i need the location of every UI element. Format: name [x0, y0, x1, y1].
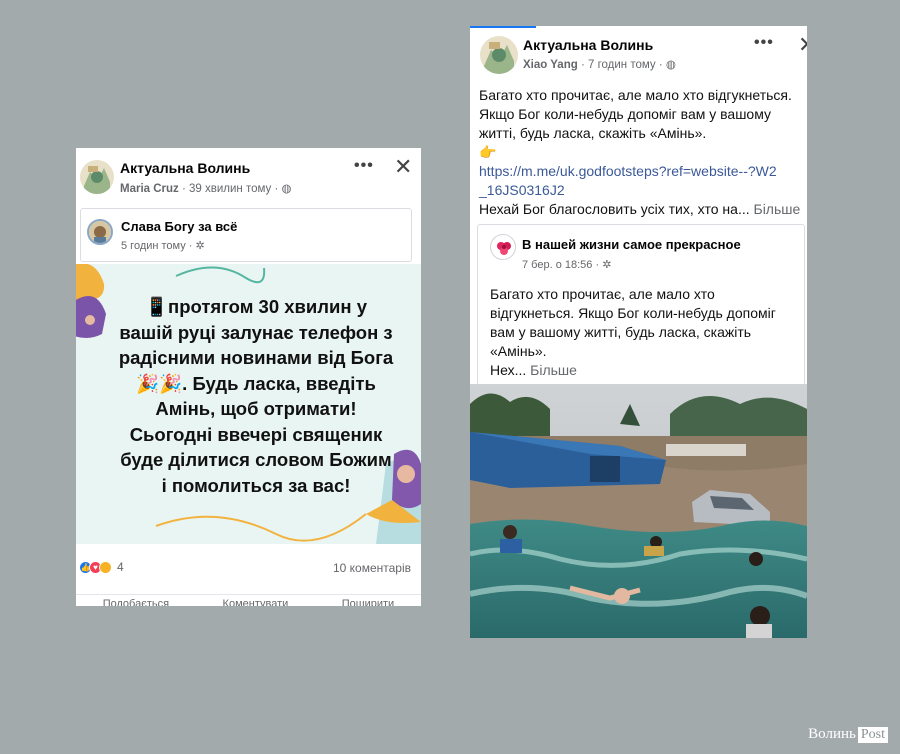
right-post-card: Актуальна Волинь Xiao Yang · 7 годин том… — [470, 26, 807, 638]
reactions-summary[interactable]: 👍 ♥ 4 — [79, 560, 124, 574]
image-caption-text: 📱протягом 30 хвилин у вашій руці залунає… — [118, 296, 394, 496]
see-more-link[interactable]: Більше — [530, 362, 577, 378]
shared-post-time[interactable]: 7 бер. о 18:56 · ✲ — [522, 258, 611, 271]
left-post-card: Актуальна Волинь Maria Cruz · 39 хвилин … — [76, 148, 421, 606]
post-time[interactable]: · 39 хвилин тому · — [182, 183, 278, 195]
globe-icon: ◍ — [665, 59, 676, 71]
post-meta: Xiao Yang · 7 годин тому · ◍ — [523, 57, 676, 71]
volyn-post-watermark-logo: Волинь Post — [808, 726, 888, 743]
post-header: Актуальна Волинь Maria Cruz · 39 хвилин … — [76, 148, 421, 200]
watermark-suffix: Post — [857, 726, 888, 743]
close-icon[interactable]: ✕ — [798, 34, 807, 56]
post-link[interactable]: https://m.me/uk.godfootsteps?ref=website… — [479, 162, 807, 200]
more-options-button[interactable]: ••• — [354, 157, 374, 175]
page-name[interactable]: Актуальна Волинь — [120, 160, 250, 176]
post-time[interactable]: · 7 годин тому · — [581, 59, 663, 71]
flood-photo[interactable] — [470, 384, 807, 638]
post-action-bar: Подобається Коментувати Поширити — [76, 594, 421, 606]
globe-icon: ◍ — [281, 183, 292, 195]
more-options-button[interactable]: ••• — [754, 34, 774, 52]
comment-button[interactable]: Коментувати — [223, 598, 289, 606]
shared-page-avatar[interactable] — [490, 234, 516, 260]
settings-icon: ✲ — [195, 240, 205, 252]
close-icon[interactable]: ✕ — [394, 156, 412, 178]
shared-page-avatar[interactable] — [87, 219, 113, 245]
see-more-link[interactable]: Більше — [754, 201, 801, 217]
post-header: Актуальна Волинь Xiao Yang · 7 годин том… — [470, 26, 807, 78]
reaction-count: 4 — [117, 560, 124, 574]
post-body-text: Багато хто прочитає, але мало хто відгук… — [479, 86, 807, 219]
like-button[interactable]: Подобається — [103, 598, 169, 606]
author-name[interactable]: Maria Cruz — [120, 183, 179, 195]
comments-count[interactable]: 10 коментарів — [333, 561, 411, 575]
shared-post-text: Багато хто прочитає, але мало хто відгук… — [490, 286, 776, 378]
page-avatar[interactable] — [480, 36, 518, 74]
care-reaction-icon — [99, 560, 112, 574]
shared-post: В нашей жизни самое прекрасное 7 бер. о … — [477, 224, 805, 394]
settings-icon: ✲ — [602, 259, 612, 271]
watermark-brand: Волинь — [808, 726, 856, 742]
pointing-hand-icon: 👉 — [479, 144, 497, 160]
shared-post-time[interactable]: 5 годин тому · ✲ — [121, 239, 205, 252]
shared-page-name[interactable]: Слава Богу за всё — [121, 219, 237, 234]
page-avatar[interactable] — [80, 160, 114, 194]
author-name[interactable]: Xiao Yang — [523, 59, 578, 71]
post-meta: Maria Cruz · 39 хвилин тому · ◍ — [120, 181, 292, 195]
share-button[interactable]: Поширити — [342, 598, 394, 606]
post-image[interactable]: 📱протягом 30 хвилин у вашій руці залунає… — [76, 264, 421, 544]
shared-page-name[interactable]: В нашей жизни самое прекрасное — [522, 237, 741, 252]
shared-post-header: Слава Богу за всё 5 годин тому · ✲ — [80, 208, 412, 262]
page-name[interactable]: Актуальна Волинь — [523, 37, 653, 53]
